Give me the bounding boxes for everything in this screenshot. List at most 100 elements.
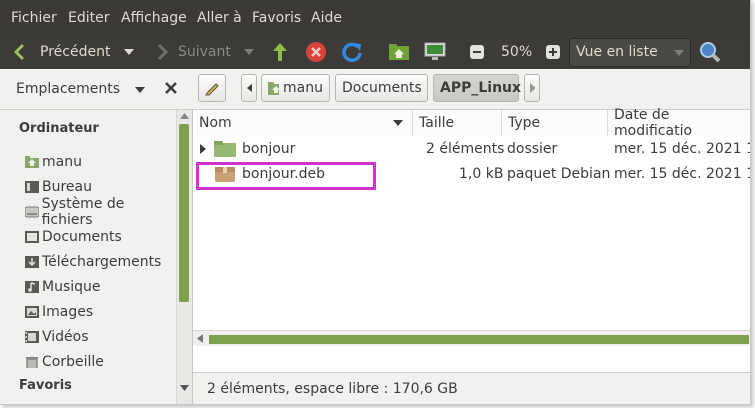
file-date: mer. 15 déc. 2021 10 [614,140,751,157]
triangle-right-icon [200,143,206,154]
up-button[interactable] [270,34,290,69]
forward-button[interactable]: Suivant [156,34,231,69]
trash-icon [26,357,38,368]
column-header-size[interactable]: Taille [413,110,502,136]
file-manager-window: Fichier Editer Affichage Aller à Favoris… [0,0,751,405]
annotation-highlight-box [196,162,376,190]
sidebar-item-documents[interactable]: Documents [25,226,122,248]
back-button[interactable]: Précédent [12,34,110,69]
computer-icon [424,42,446,60]
crumb-manu[interactable]: manu [261,74,330,102]
home-button[interactable] [388,34,410,69]
menu-affichage[interactable]: Affichage [121,10,187,26]
horizontal-scrollbar-thumb[interactable] [209,335,749,344]
edit-location-button[interactable] [198,74,226,102]
home-folder-icon [25,156,39,168]
file-row-bonjour[interactable]: bonjour 2 éléments dossier mer. 15 déc. … [193,136,751,161]
chevron-left-icon [13,43,25,60]
back-label: Précédent [40,43,111,60]
home-folder-icon [268,81,280,95]
sidebar-item-images[interactable]: Images [25,301,93,323]
search-icon [700,41,721,62]
caret-down-icon [124,48,134,55]
file-size: 2 éléments [426,140,505,157]
sidebar-mode-label[interactable]: Emplacements [16,81,120,97]
back-history-dropdown[interactable] [124,34,134,69]
column-header-name[interactable]: Nom [193,110,413,136]
reload-icon [342,42,362,62]
chevron-right-icon [157,43,168,60]
sidebar-item-corbeille[interactable]: Corbeille [25,351,104,373]
stop-icon [306,41,326,62]
zoom-in-button[interactable] [545,34,561,69]
sidebar-item-bureau[interactable]: Bureau [25,176,92,198]
sidebar-mode-dropdown-icon[interactable] [135,87,145,93]
sidebar-scrollbar[interactable] [176,110,192,404]
view-mode-select[interactable]: Vue en liste [569,38,691,67]
scroll-up-icon[interactable] [180,113,189,119]
location-bar: Emplacements manu Documents APP_Linux [0,69,750,110]
documents-folder-icon [25,231,39,243]
close-icon[interactable] [164,81,178,95]
expand-arrow[interactable] [199,136,207,161]
folder-icon [214,136,236,161]
crumb-documents[interactable]: Documents [335,74,428,102]
scroll-left-icon[interactable] [197,334,203,343]
reload-button[interactable] [341,34,363,69]
pencil-icon [205,83,219,96]
caret-down-icon [674,50,684,56]
menu-editer[interactable]: Editer [68,10,109,26]
sidebar-item-systeme[interactable]: Système de fichiers [25,196,176,228]
status-bar: 2 éléments, espace libre : 170,6 GB [193,372,750,404]
search-button[interactable] [698,34,722,69]
file-date: mer. 15 déc. 2021 10 [614,165,751,182]
home-folder-icon [389,43,409,60]
arrow-up-icon [273,42,287,61]
zoom-out-icon [470,44,484,59]
music-icon [25,281,39,293]
sidebar-header-computer: Ordinateur [19,121,99,136]
file-list: Nom Taille Type Date de modificatio bonj… [192,107,751,404]
video-icon [25,331,39,343]
zoom-in-icon [546,44,560,59]
sidebar-item-videos[interactable]: Vidéos [25,326,89,348]
crumb-app-linux[interactable]: APP_Linux [433,74,521,102]
triangle-left-icon [247,83,252,93]
image-icon [25,306,39,318]
desktop-icon [25,181,39,193]
menu-aide[interactable]: Aide [311,10,342,26]
crumb-scroll-left[interactable] [241,74,257,102]
scroll-down-icon[interactable] [180,385,189,391]
menu-fichier[interactable]: Fichier [11,10,57,26]
menu-bar: Fichier Editer Affichage Aller à Favoris… [0,0,750,34]
forward-label: Suivant [178,43,231,60]
sidebar-item-musique[interactable]: Musique [25,276,101,298]
sidebar: Ordinateur manu Bureau Système de fichie… [0,110,176,404]
computer-button[interactable] [424,34,446,69]
sidebar-header-favoris: Favoris [19,378,72,393]
file-type: dossier [507,140,558,157]
file-name: bonjour [242,140,296,157]
sort-desc-icon [393,120,403,126]
column-header-type[interactable]: Type [502,110,608,136]
sidebar-scrollbar-thumb[interactable] [179,124,189,302]
column-header-date[interactable]: Date de modificatio [608,107,750,139]
zoom-level: 50% [501,43,533,60]
crumb-scroll-right[interactable] [524,74,540,102]
file-size: 1,0 kB [459,165,504,182]
forward-history-dropdown[interactable] [244,34,254,69]
file-type: paquet Debian [507,165,611,182]
menu-aller-a[interactable]: Aller à [197,10,242,26]
zoom-out-button[interactable] [469,34,485,69]
status-text: 2 éléments, espace libre : 170,6 GB [207,381,458,397]
menu-favoris[interactable]: Favoris [252,10,301,26]
horizontal-scrollbar[interactable] [193,330,750,346]
view-mode-value: Vue en liste [576,44,658,60]
download-folder-icon [25,256,39,268]
caret-down-icon [244,48,254,55]
sidebar-item-telechargements[interactable]: Téléchargements [25,251,161,273]
stop-button[interactable] [305,34,327,69]
triangle-right-icon [530,83,535,93]
drive-icon [25,206,39,218]
sidebar-item-manu[interactable]: manu [25,151,82,173]
